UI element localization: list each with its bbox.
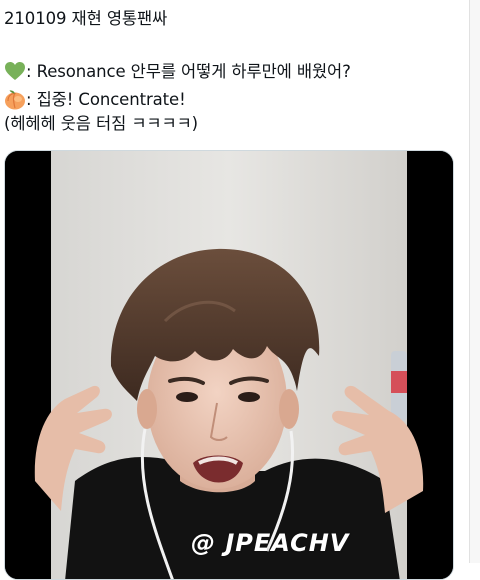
video-frame-image xyxy=(5,151,453,579)
green-heart-icon xyxy=(4,61,26,86)
video-thumbnail[interactable]: @ JPEACHV xyxy=(4,150,454,580)
tweet-answer-line: : 집중! Concentrate! xyxy=(4,88,466,113)
video-watermark: @ JPEACHV xyxy=(191,529,350,557)
tweet-text: 210109 재현 영통팬싸 : Resonance 안무를 어떻게 하루만에 … xyxy=(4,8,466,134)
page-scrollbar[interactable] xyxy=(469,0,480,563)
tweet-question-line: : Resonance 안무를 어떻게 하루만에 배웠어? xyxy=(4,61,466,88)
answer-text: : 집중! Concentrate! xyxy=(26,90,186,109)
tweet-title-line: 210109 재현 영통팬싸 xyxy=(4,9,168,28)
tweet-laugh-line: (헤헤헤 웃음 터짐 ㅋㅋㅋㅋ) xyxy=(4,114,198,133)
question-text: : Resonance 안무를 어떻게 하루만에 배웠어? xyxy=(26,62,351,81)
peach-icon xyxy=(4,88,26,115)
